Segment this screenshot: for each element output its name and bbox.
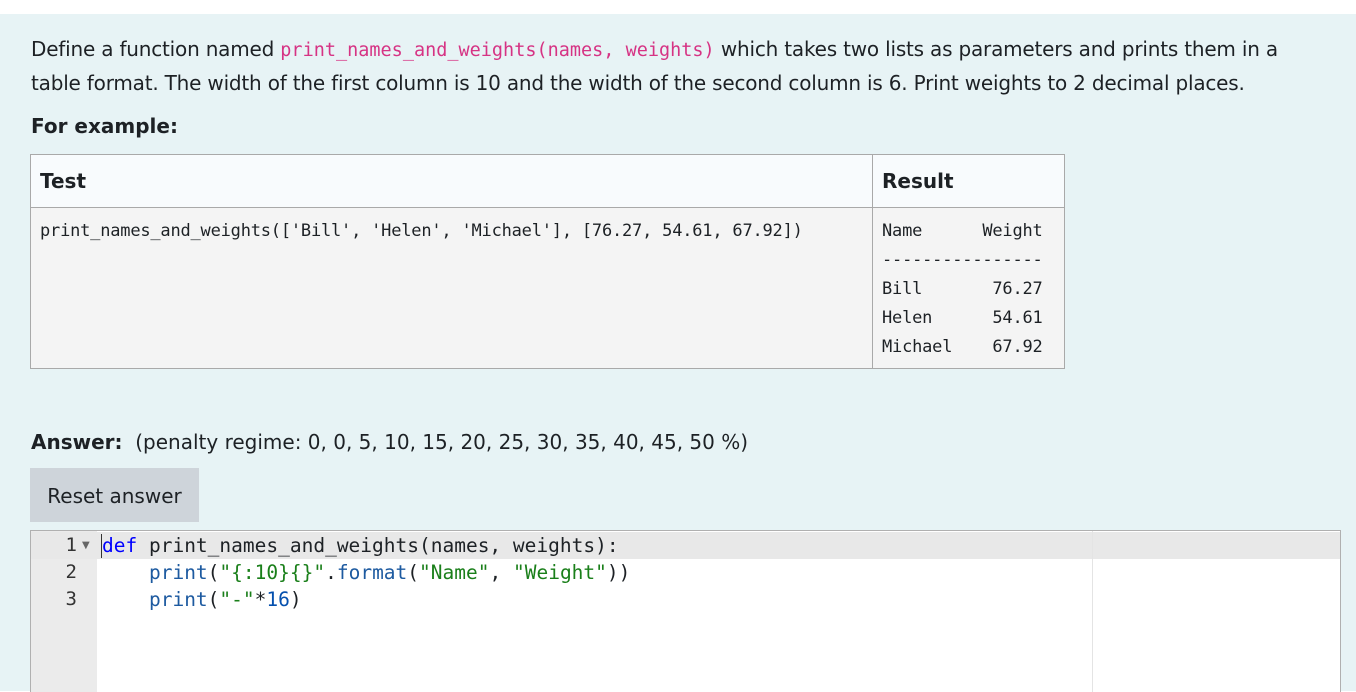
code-line[interactable]: print("{:10}{}".format("Name", "Weight")… (102, 559, 630, 586)
table-row: print_names_and_weights(['Bill', 'Helen'… (30, 207, 1065, 369)
line-number: 1 (65, 534, 77, 556)
header-test: Test (30, 154, 873, 208)
header-result: Result (872, 154, 1065, 208)
test-cell: print_names_and_weights(['Bill', 'Helen'… (30, 207, 873, 369)
line-number: 3 (65, 588, 77, 610)
triangle-down-icon[interactable]: ▼ (82, 532, 90, 559)
penalty-regime: (penalty regime: 0, 0, 5, 10, 15, 20, 25… (135, 430, 749, 454)
examples-table: Test Result print_names_and_weights(['Bi… (30, 154, 1065, 369)
print-margin (1092, 531, 1093, 692)
result-cell: Name Weight ---------------- Bill 76.27 … (872, 207, 1065, 369)
code-line[interactable]: print("-"*16) (102, 586, 302, 613)
reset-answer-button[interactable]: Reset answer (30, 468, 199, 522)
line-number: 2 (65, 561, 77, 583)
examples-header-row: Test Result (30, 154, 1065, 208)
answer-label: Answer: (31, 430, 123, 454)
for-example-label: For example: (31, 114, 178, 138)
code-editor[interactable]: 1 ▼ 2 3 def print_names_and_weights(name… (30, 530, 1341, 692)
question-text-before: Define a function named (31, 37, 281, 61)
question-text: Define a function named print_names_and_… (31, 33, 1331, 100)
result-output: Name Weight ---------------- Bill 76.27 … (882, 221, 1043, 357)
answer-line: Answer: (penalty regime: 0, 0, 5, 10, 15… (31, 426, 748, 458)
code-line[interactable]: def print_names_and_weights(names, weigh… (102, 532, 619, 559)
function-signature: print_names_and_weights(names, weights) (280, 40, 715, 61)
